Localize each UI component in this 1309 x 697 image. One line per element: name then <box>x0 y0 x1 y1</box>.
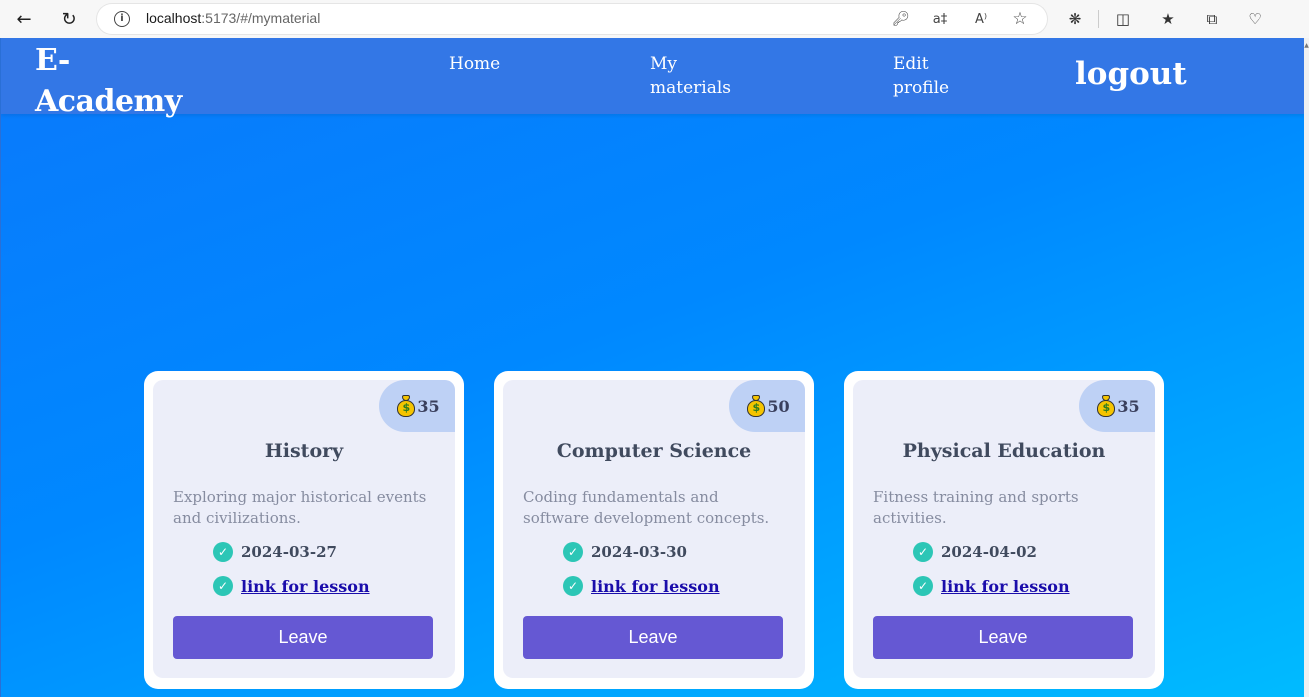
lesson-link-row: ✓ link for lesson <box>213 576 370 596</box>
brand-logo[interactable]: E-Academy <box>35 40 185 122</box>
material-card: $ 35 Physical Education Fitness training… <box>844 371 1164 689</box>
price-tag: $ 35 <box>379 380 455 432</box>
check-circle-icon: ✓ <box>563 576 583 596</box>
material-date: 2024-03-27 <box>241 543 337 561</box>
material-description: Coding fundamentals and software develop… <box>523 488 770 527</box>
toolbar-divider <box>1098 10 1099 28</box>
url-host: localhost <box>146 10 202 26</box>
material-date: 2024-04-02 <box>941 543 1037 561</box>
extensions-icon[interactable]: ❋ <box>1064 8 1086 30</box>
check-circle-icon: ✓ <box>563 542 583 562</box>
lesson-link[interactable]: link for lesson <box>241 577 370 596</box>
material-card-body: $ 50 Computer Science Coding fundamental… <box>503 380 805 678</box>
navbar: E-Academy Home My materials Edit profile… <box>1 38 1304 119</box>
money-bag-icon: $ <box>746 395 766 417</box>
back-arrow-icon[interactable]: ← <box>13 8 35 30</box>
reload-icon[interactable]: ↻ <box>58 8 80 30</box>
check-circle-icon: ✓ <box>913 576 933 596</box>
favorite-star-icon[interactable]: ☆ <box>1010 9 1030 29</box>
lesson-link[interactable]: link for lesson <box>941 577 1070 596</box>
date-row: ✓ 2024-03-30 <box>563 542 687 562</box>
info-icon[interactable]: i <box>114 11 130 27</box>
leave-button[interactable]: Leave <box>173 616 433 659</box>
material-title: Physical Education <box>902 440 1106 462</box>
price-value: 35 <box>417 396 440 416</box>
leave-button[interactable]: Leave <box>873 616 1133 659</box>
translate-icon[interactable]: a‡ <box>930 9 950 29</box>
money-bag-icon: $ <box>396 395 416 417</box>
nav-edit-profile-link[interactable]: Edit profile <box>893 52 983 100</box>
browser-toolbar: ← ↻ i localhost:5173/#/mymaterial 🔑︎ a‡ … <box>0 0 1309 38</box>
price-tag: $ 50 <box>729 380 805 432</box>
scroll-up-arrow-icon[interactable]: ▲ <box>1304 42 1309 49</box>
favorites-icon[interactable]: ★ <box>1157 8 1179 30</box>
leave-button[interactable]: Leave <box>523 616 783 659</box>
collections-icon[interactable]: ⧉ <box>1201 8 1223 30</box>
material-card: $ 35 History Exploring major historical … <box>144 371 464 689</box>
price-value: 35 <box>1117 396 1140 416</box>
material-card: $ 50 Computer Science Coding fundamental… <box>494 371 814 689</box>
page-scrollbar[interactable]: ▲ <box>1304 38 1309 697</box>
material-date: 2024-03-30 <box>591 543 687 561</box>
read-aloud-icon[interactable]: A⁾ <box>971 9 991 29</box>
lesson-link[interactable]: link for lesson <box>591 577 720 596</box>
material-card-body: $ 35 Physical Education Fitness training… <box>853 380 1155 678</box>
nav-home-link[interactable]: Home <box>449 52 500 76</box>
nav-my-materials-link[interactable]: My materials <box>650 52 760 100</box>
price-value: 50 <box>767 396 790 416</box>
money-bag-icon: $ <box>1096 395 1116 417</box>
url-path: :5173/#/mymaterial <box>201 10 321 26</box>
check-circle-icon: ✓ <box>213 576 233 596</box>
material-title: History <box>264 440 344 462</box>
page-body: E-Academy Home My materials Edit profile… <box>0 38 1304 697</box>
lesson-link-row: ✓ link for lesson <box>913 576 1070 596</box>
material-description: Exploring major historical events and ci… <box>173 488 427 527</box>
check-circle-icon: ✓ <box>913 542 933 562</box>
key-icon[interactable]: 🔑︎ <box>891 9 911 29</box>
material-title: Computer Science <box>556 440 752 462</box>
price-tag: $ 35 <box>1079 380 1155 432</box>
check-circle-icon: ✓ <box>213 542 233 562</box>
logout-link[interactable]: logout <box>1075 54 1187 94</box>
date-row: ✓ 2024-04-02 <box>913 542 1037 562</box>
material-description: Fitness training and sports activities. <box>873 488 1079 527</box>
browser-essentials-icon[interactable]: ♡ <box>1244 8 1266 30</box>
url-text[interactable]: localhost:5173/#/mymaterial <box>146 10 320 26</box>
address-bar[interactable]: i localhost:5173/#/mymaterial 🔑︎ a‡ A⁾ ☆ <box>97 4 1047 34</box>
lesson-link-row: ✓ link for lesson <box>563 576 720 596</box>
date-row: ✓ 2024-03-27 <box>213 542 337 562</box>
material-card-body: $ 35 History Exploring major historical … <box>153 380 455 678</box>
split-screen-icon[interactable]: ◫ <box>1112 8 1134 30</box>
